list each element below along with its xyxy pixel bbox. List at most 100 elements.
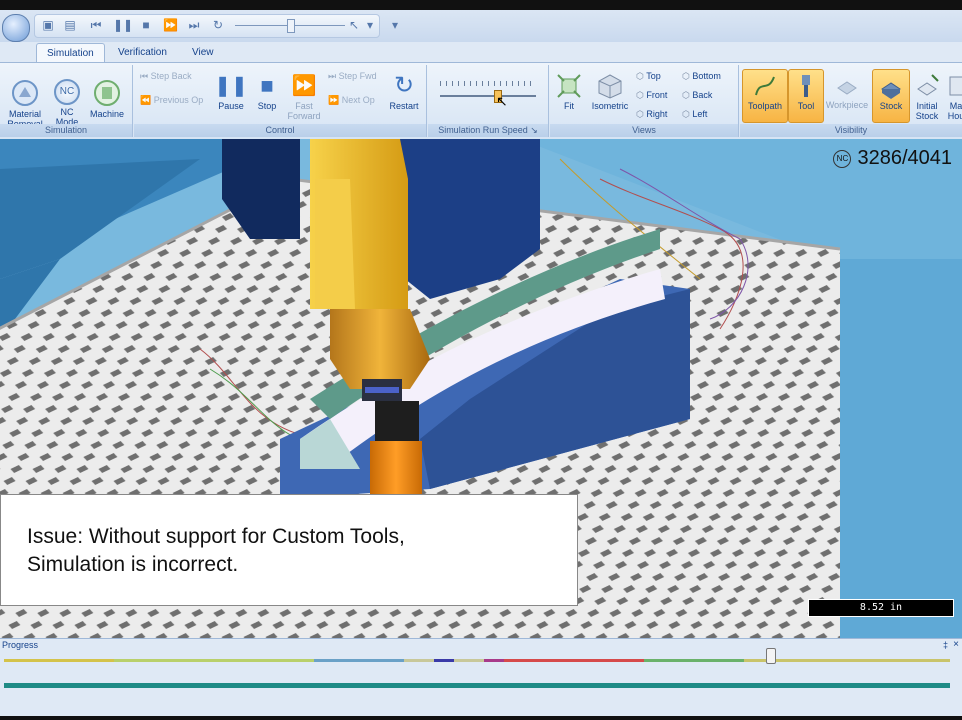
back-view-icon: ⬡ — [682, 90, 690, 100]
next-op-button[interactable]: ⏩ Next Op — [328, 95, 375, 106]
front-view-button[interactable]: ⬡ Front — [636, 90, 667, 101]
initial-stock-toggle[interactable]: Initial Stock — [910, 73, 944, 121]
right-view-icon: ⬡ — [636, 109, 644, 119]
restart-icon: ↻ — [393, 72, 415, 99]
initial-stock-label: Initial Stock — [915, 101, 939, 121]
stop-label: Stop — [257, 101, 277, 111]
step-forward-icon[interactable]: ⏭ — [187, 18, 201, 32]
previous-op-button[interactable]: ⏪ Previous Op — [140, 95, 203, 106]
tab-view[interactable]: View — [182, 43, 224, 62]
fast-forward-button[interactable]: ⏩ Fast Forward — [286, 73, 322, 121]
issue-line-2: Simulation is incorrect. — [27, 553, 239, 576]
bottom-view-label: Bottom — [692, 71, 721, 81]
simulation-viewport[interactable]: NC 3286/4041 Issue: Without support for C… — [0, 139, 962, 639]
close-pane-icon[interactable]: × — [953, 639, 959, 650]
nc-mode-button[interactable]: NC NC Mode — [50, 79, 84, 127]
machine-icon — [94, 80, 120, 106]
visibility-group: Toolpath Tool Workpiece Stock Initial St… — [740, 65, 962, 137]
restart-label: Restart — [389, 101, 419, 111]
op-segment — [114, 659, 314, 662]
stop-button[interactable]: ■ Stop — [250, 73, 284, 111]
dropdown-icon[interactable]: ▾ — [363, 18, 377, 32]
control-group-label: Control — [134, 124, 426, 137]
views-group-label: Views — [550, 124, 738, 137]
fast-forward-icon[interactable]: ⏩ — [163, 18, 178, 32]
machine-button[interactable]: Machine — [86, 79, 128, 119]
speed-group-label: Simulation Run Speed — [438, 125, 528, 135]
simulation-group-label: Simulation — [0, 124, 132, 137]
initial-stock-icon — [917, 74, 939, 96]
front-view-label: Front — [646, 90, 668, 100]
top-view-button[interactable]: ⬡ Top — [636, 71, 661, 82]
fast-forward-icon: ⏩ — [291, 75, 317, 97]
quick-access-bar: ▣ ▤ ⏮ ❚❚ ■ ⏩ ⏭ ↻ ↖ ▾ — [34, 14, 380, 38]
left-view-icon: ⬡ — [682, 109, 690, 119]
fit-label: Fit — [564, 101, 574, 111]
progress-pane: Progress ‡ × — [0, 638, 962, 716]
back-view-label: Back — [692, 90, 713, 100]
pause-label: Pause — [218, 101, 244, 111]
material-removal-button[interactable]: Material Removal — [4, 79, 46, 129]
front-view-icon: ⬡ — [636, 90, 644, 100]
tool-toggle[interactable]: Tool — [788, 69, 824, 123]
tool-label: Tool — [797, 101, 815, 111]
quick-access-toolbar: ▣ ▤ ⏮ ❚❚ ■ ⏩ ⏭ ↻ ↖ ▾ ▾ — [0, 10, 962, 42]
speed-group-label-bar: Simulation Run Speed ↘ — [428, 124, 548, 137]
step-fwd-label: Step Fwd — [338, 71, 377, 81]
progress-bar — [4, 683, 950, 688]
bottom-view-button[interactable]: ⬡ Bottom — [682, 71, 721, 82]
previous-op-label: Previous Op — [153, 95, 204, 105]
stock-toggle[interactable]: Stock — [872, 69, 910, 123]
operations-timeline[interactable] — [4, 659, 950, 662]
open-icon[interactable]: ▤ — [63, 18, 77, 32]
nc-line-counter: NC 3286/4041 — [833, 147, 952, 170]
save-icon[interactable]: ▣ — [41, 18, 55, 32]
toolpath-icon — [755, 76, 775, 96]
isometric-button[interactable]: Isometric — [588, 73, 632, 111]
speed-slider-track[interactable] — [440, 90, 536, 103]
pointer-icon[interactable]: ↖ — [347, 18, 361, 32]
views-group: Fit Isometric ⬡ Top ⬡ Front ⬡ Right ⬡ Bo… — [550, 65, 739, 137]
step-back-button[interactable]: ⏮ Step Back — [140, 71, 192, 82]
right-view-button[interactable]: ⬡ Right — [636, 109, 667, 120]
tab-verification[interactable]: Verification — [108, 43, 177, 62]
step-back-icon[interactable]: ⏮ — [89, 18, 103, 32]
machine-housing-toggle[interactable]: Ma Hou — [946, 73, 962, 121]
pause-icon: ❚❚ — [214, 75, 248, 97]
issue-line-1: Issue: Without support for Custom Tools, — [27, 525, 405, 548]
left-view-label: Left — [692, 109, 708, 119]
tool-icon — [802, 75, 810, 97]
op-segment — [484, 659, 504, 662]
pause-button[interactable]: ❚❚ Pause — [214, 73, 248, 111]
tab-simulation[interactable]: Simulation — [36, 43, 105, 63]
speed-ticks — [440, 81, 536, 86]
pause-icon[interactable]: ❚❚ — [113, 18, 133, 32]
app-window: ▣ ▤ ⏮ ❚❚ ■ ⏩ ⏭ ↻ ↖ ▾ ▾ Simulation Verifi… — [0, 10, 962, 716]
op-segment — [434, 659, 454, 662]
fit-button[interactable]: Fit — [554, 73, 584, 111]
workpiece-toggle[interactable]: Workpiece — [824, 69, 870, 121]
stop-icon[interactable]: ■ — [139, 18, 153, 32]
ribbon-tabs: Simulation Verification View — [0, 42, 962, 63]
back-view-button[interactable]: ⬡ Back — [682, 90, 712, 101]
restart-button[interactable]: ↻ Restart — [384, 72, 424, 112]
scale-bar: 8.52 in — [808, 599, 954, 617]
quick-speed-slider[interactable] — [235, 19, 345, 33]
toolpath-label: Toolpath — [747, 101, 783, 111]
dialog-launcher-icon[interactable]: ↘ — [530, 125, 538, 135]
bottom-view-icon: ⬡ — [682, 71, 690, 81]
mouse-cursor-icon: ↖ — [496, 93, 508, 109]
application-menu-button[interactable] — [2, 14, 30, 42]
machine-label: Machine — [89, 109, 125, 119]
progress-slider-thumb[interactable] — [766, 648, 777, 664]
machine-housing-icon — [949, 76, 962, 96]
step-fwd-button[interactable]: ⏭ Step Fwd — [328, 71, 377, 82]
customize-toolbar-icon[interactable]: ▾ — [388, 18, 402, 32]
restart-icon[interactable]: ↻ — [211, 18, 225, 32]
left-view-button[interactable]: ⬡ Left — [682, 109, 707, 120]
pin-pane-icon[interactable]: ‡ — [943, 640, 948, 650]
control-group: ⏮ Step Back ⏪ Previous Op ❚❚ Pause ■ Sto… — [134, 65, 427, 137]
toolpath-toggle[interactable]: Toolpath — [742, 69, 788, 123]
ribbon: Material Removal NC NC Mode Machine Simu… — [0, 62, 962, 140]
nc-mode-icon: NC — [54, 79, 80, 105]
